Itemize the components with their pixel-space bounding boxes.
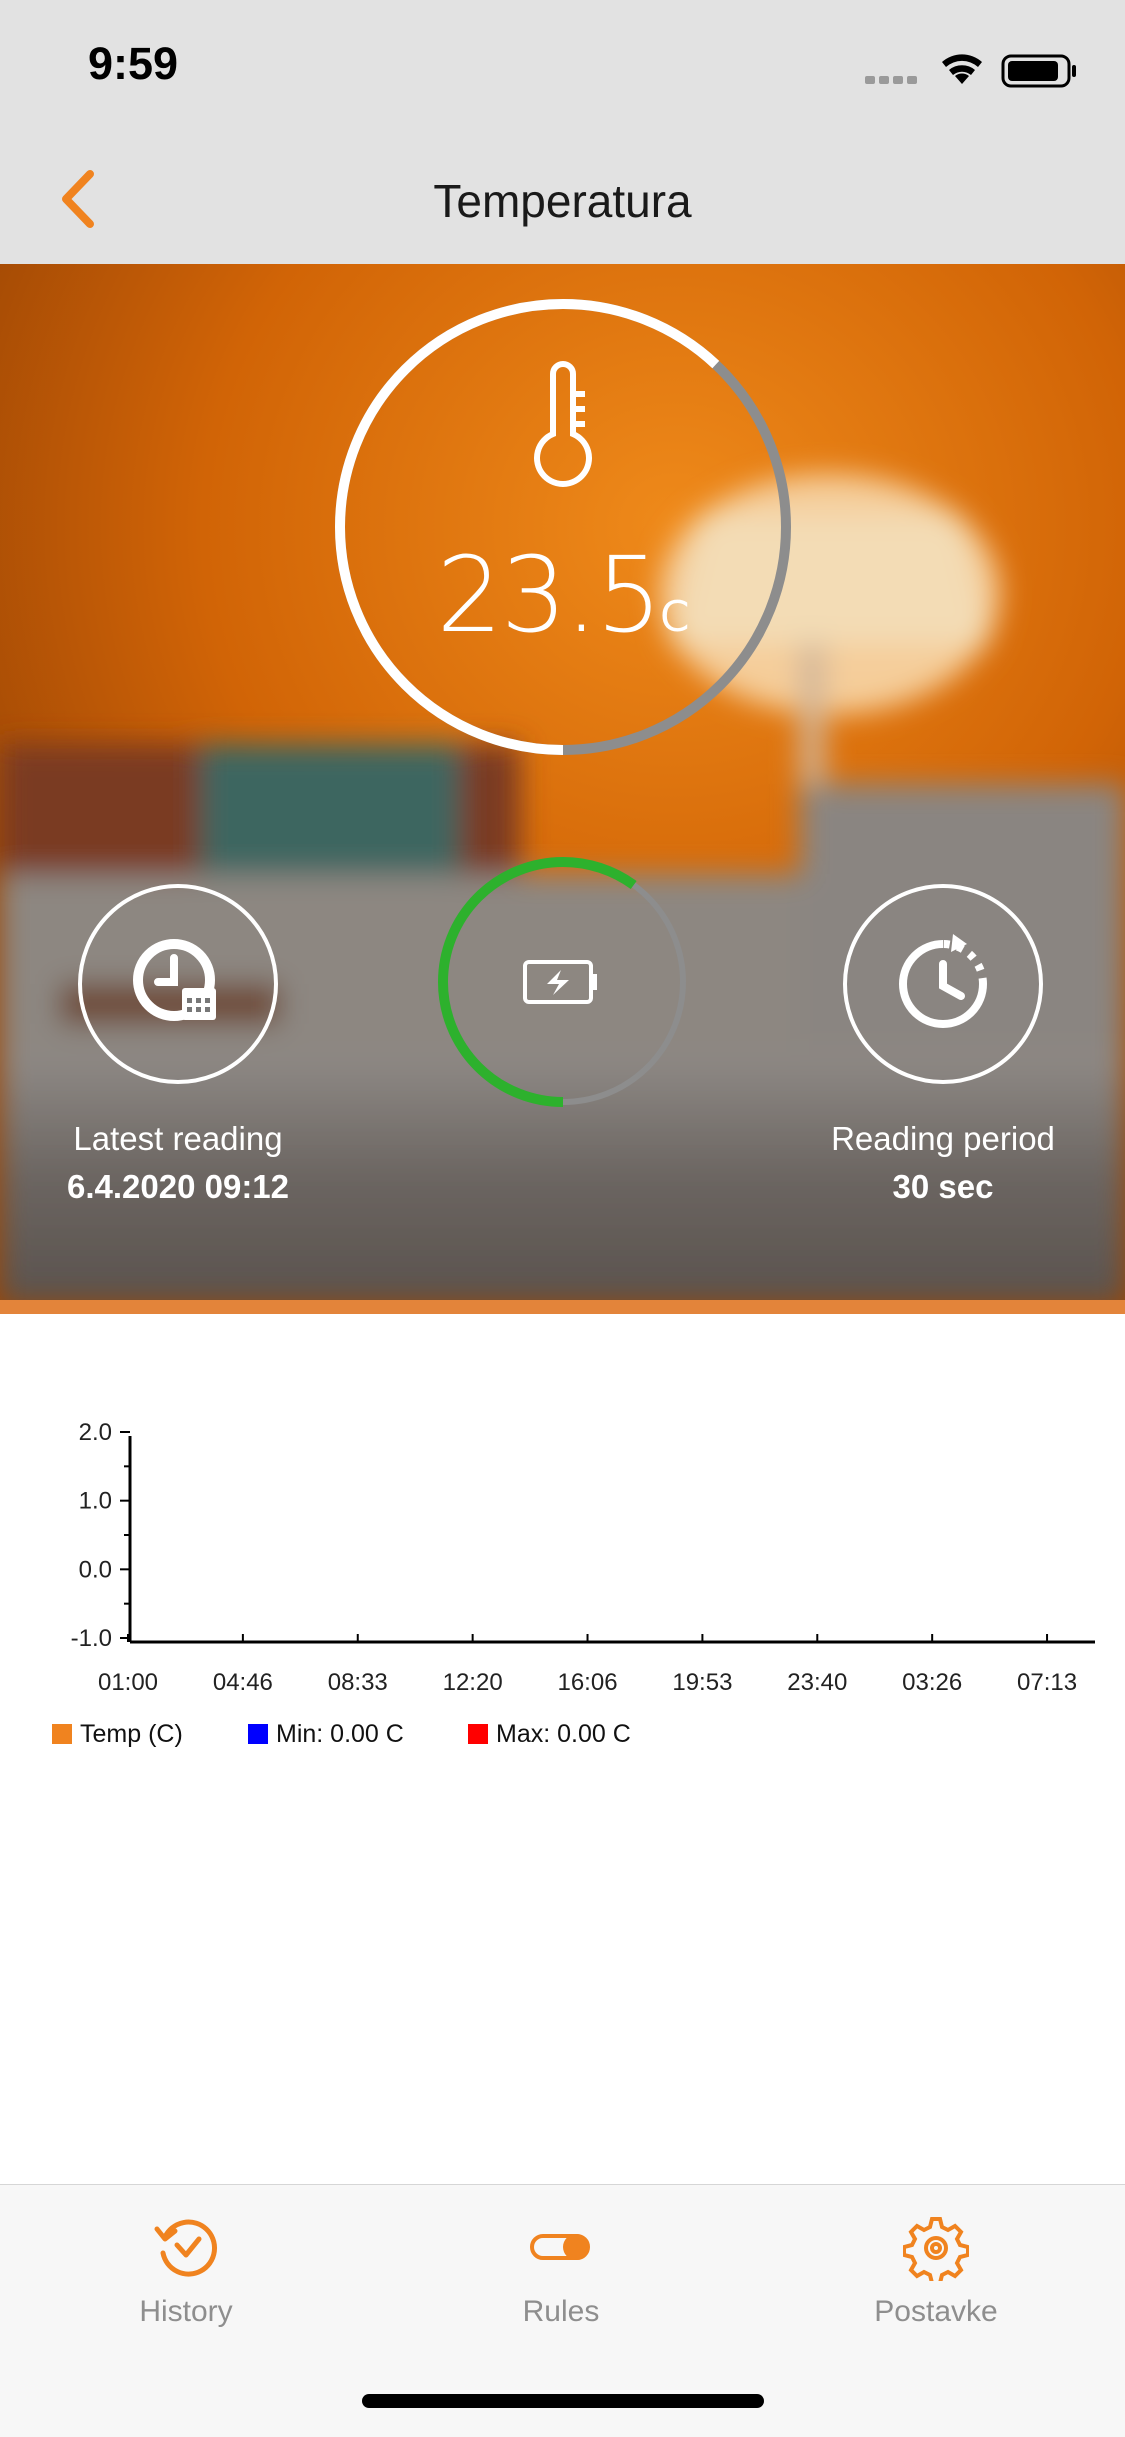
legend-swatch [248,1724,268,1744]
chart-x-tick-label: 16:06 [557,1669,617,1696]
status-icons [865,54,1076,88]
chart-y-tick-label: 1.0 [79,1488,112,1515]
chart-y-tick-label: -1.0 [71,1625,112,1652]
status-time: 9:59 [88,38,179,89]
signal-icon [865,76,917,84]
legend-swatch [52,1724,72,1744]
reading-period-button[interactable] [843,884,1043,1084]
chart-x-tick-label: 04:46 [213,1669,273,1696]
thermometer-icon [534,361,592,487]
tab-history-label: History [139,2295,233,2328]
home-indicator [362,2394,764,2408]
gear-icon [903,2217,969,2281]
chart-x-tick-label: 08:33 [328,1669,388,1696]
tab-rules[interactable]: Rules [431,2215,691,2355]
tab-history[interactable]: History [56,2215,316,2355]
hero-panel: 23.5C Latest reading 6.4.2020 09:12 Read… [0,264,1125,1314]
chart-x-tick-label: 19:53 [672,1669,732,1696]
page-title: Temperatura [433,175,692,227]
clock-refresh-icon [899,934,987,1028]
battery-status-icon [1001,54,1076,88]
temperature-unit: C [660,592,690,641]
latest-reading-value: 6.4.2020 09:12 [66,1168,290,1205]
legend-label: Max: 0.00 C [496,1720,631,1748]
nav-bar: Temperatura [0,134,1125,264]
chart-y-tick-label: 0.0 [79,1556,112,1583]
latest-reading-button[interactable] [78,884,278,1084]
tab-postavke-label: Postavke [874,2295,998,2328]
legend-label: Min: 0.00 C [276,1720,404,1748]
legend-item: Max: 0.00 C [468,1720,631,1749]
chart-x-tick-label: 03:26 [902,1669,962,1696]
chart-y-tick-label: 2.0 [79,1419,112,1446]
legend-label: Temp (C) [80,1720,183,1748]
toggle-icon [530,2234,590,2260]
reading-period-label: Reading period [831,1120,1055,1157]
legend-item: Min: 0.00 C [248,1720,404,1749]
wifi-icon [942,54,982,84]
status-bar: 9:59 [0,0,1125,134]
chart-x-tick-label: 12:20 [443,1669,503,1696]
temperature-value: 23.5 [436,534,663,656]
temperature-chart: 2.0 1.0 0.0 -1.0 01:00 04:46 08:33 12:20 16:06 19… [71,1419,1095,1696]
temperature-reading: 23.5C [330,534,796,656]
tab-postavke[interactable]: Postavke [806,2215,1066,2355]
chart-x-tick-label: 23:40 [787,1669,847,1696]
tab-rules-label: Rules [522,2295,600,2328]
chart-x-tick-label: 07:13 [1017,1669,1077,1696]
legend-swatch [468,1724,488,1744]
battery-indicator [438,857,688,1107]
battery-charging-icon [523,960,597,1004]
legend-item: Temp (C) [52,1720,183,1749]
latest-reading-label: Latest reading [73,1120,283,1157]
history-clock-icon [154,2219,218,2277]
chart-x-tick-label: 01:00 [98,1669,158,1696]
temperature-gauge [335,299,791,755]
reading-period-value: 30 sec [892,1168,994,1205]
clock-calendar-icon [133,939,216,1021]
